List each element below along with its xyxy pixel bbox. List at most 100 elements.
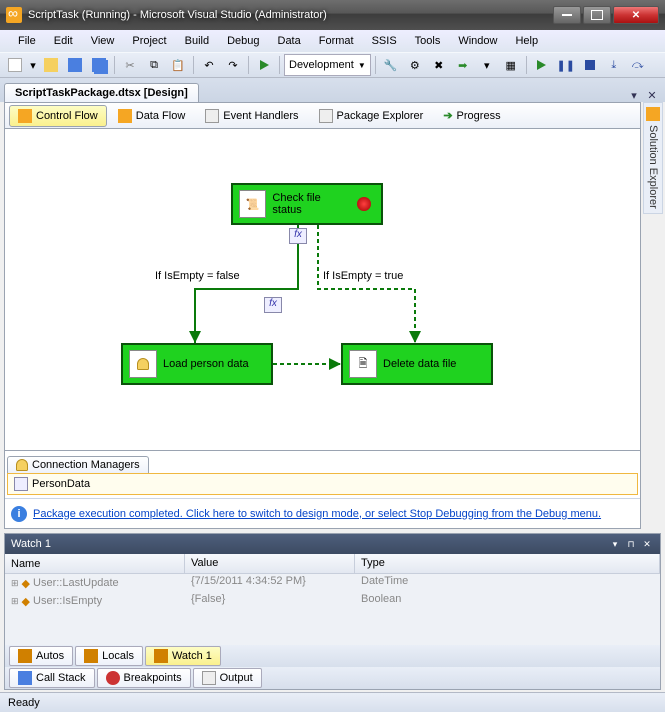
watch-row[interactable]: ⊞◆User::IsEmpty {False} Boolean xyxy=(5,592,660,610)
watch-row-empty[interactable] xyxy=(5,610,660,628)
solution-explorer-label: Solution Explorer xyxy=(647,125,659,209)
ssis-btn4[interactable]: ➡ xyxy=(452,54,474,76)
window-title: ScriptTask (Running) - Microsoft Visual … xyxy=(28,9,553,21)
progress-icon: ➔ xyxy=(443,109,452,122)
continue-button[interactable] xyxy=(531,54,553,76)
doc-tab-design[interactable]: ScriptTaskPackage.dtsx [Design] xyxy=(4,83,199,102)
designer-subtabs: Control Flow Data Flow Event Handlers Pa… xyxy=(5,103,640,129)
tab-autos[interactable]: Autos xyxy=(9,646,73,666)
execution-completed-link[interactable]: Package execution completed. Click here … xyxy=(33,508,601,520)
tab-breakpoints-label: Breakpoints xyxy=(124,672,182,684)
start-debug-button[interactable] xyxy=(253,54,275,76)
ssis-btn6[interactable]: ▦ xyxy=(500,54,522,76)
ssis-btn1[interactable]: 🔧 xyxy=(380,54,402,76)
solution-config-dropdown[interactable]: Development▼ xyxy=(284,54,371,76)
menu-build[interactable]: Build xyxy=(177,33,217,49)
menu-file[interactable]: File xyxy=(10,33,44,49)
tab-callstack[interactable]: Call Stack xyxy=(9,668,95,688)
watch-columns: Name Value Type xyxy=(5,554,660,574)
status-text: Ready xyxy=(8,697,40,709)
var-name: User::LastUpdate xyxy=(33,577,119,589)
tab-event-handlers[interactable]: Event Handlers xyxy=(196,105,307,127)
maximize-button[interactable] xyxy=(583,6,611,24)
watch-pin-icon[interactable]: ⊓ xyxy=(624,537,638,551)
copy-button[interactable]: ⧉ xyxy=(143,54,165,76)
task-load-person-data[interactable]: Load person data xyxy=(121,343,273,385)
info-icon: i xyxy=(11,506,27,522)
callstack-icon xyxy=(18,671,32,685)
tab-locals[interactable]: Locals xyxy=(75,646,143,666)
tab-watch1[interactable]: Watch 1 xyxy=(145,646,221,666)
constraint-label-true: If IsEmpty = true xyxy=(323,270,403,282)
menu-ssis[interactable]: SSIS xyxy=(364,33,405,49)
menu-debug[interactable]: Debug xyxy=(219,33,267,49)
ssis-btn5[interactable]: ▾ xyxy=(476,54,498,76)
task-delete-label: Delete data file xyxy=(383,358,456,370)
task-check-file-status[interactable]: 📜 Check file status xyxy=(231,183,383,225)
watch-menu-icon[interactable]: ▾ xyxy=(608,537,622,551)
connection-item-persondata[interactable]: PersonData xyxy=(7,473,638,495)
menu-view[interactable]: View xyxy=(83,33,123,49)
menu-format[interactable]: Format xyxy=(311,33,362,49)
menu-data[interactable]: Data xyxy=(270,33,309,49)
new-project-button[interactable] xyxy=(4,54,26,76)
variable-icon: ◆ xyxy=(22,595,30,608)
paste-button[interactable]: 📋 xyxy=(167,54,189,76)
doc-tab-menu-icon[interactable]: ▾ xyxy=(627,88,641,102)
vs-icon xyxy=(6,7,22,23)
dropdown-new-icon[interactable]: ▾ xyxy=(28,54,38,76)
col-name[interactable]: Name xyxy=(5,554,185,573)
var-type: Boolean xyxy=(355,592,660,610)
tab-output-label: Output xyxy=(220,672,253,684)
breakpoint-indicator-icon xyxy=(357,197,371,211)
tab-output[interactable]: Output xyxy=(193,668,262,688)
doc-tab-close-icon[interactable]: ✕ xyxy=(645,88,659,102)
step-into-button[interactable]: ⤓ xyxy=(603,54,625,76)
design-canvas[interactable]: 📜 Check file status fx If IsEmpty = fals… xyxy=(5,129,640,450)
solution-explorer-icon xyxy=(646,107,660,121)
watch-header[interactable]: Watch 1 ▾ ⊓ ✕ xyxy=(5,534,660,554)
close-button[interactable] xyxy=(613,6,659,24)
watch-close-icon[interactable]: ✕ xyxy=(640,537,654,551)
tab-control-flow[interactable]: Control Flow xyxy=(9,105,107,127)
ssis-btn3[interactable]: ✖ xyxy=(428,54,450,76)
titlebar: ScriptTask (Running) - Microsoft Visual … xyxy=(0,0,665,30)
col-type[interactable]: Type xyxy=(355,554,660,573)
expand-icon[interactable]: ⊞ xyxy=(11,578,19,589)
menu-help[interactable]: Help xyxy=(507,33,546,49)
connection-managers-tab[interactable]: Connection Managers xyxy=(7,456,149,473)
save-all-button[interactable] xyxy=(88,54,110,76)
var-value: {False} xyxy=(185,592,355,610)
watch-row[interactable]: ⊞◆User::LastUpdate {7/15/2011 4:34:52 PM… xyxy=(5,574,660,592)
minimize-button[interactable] xyxy=(553,6,581,24)
expand-icon[interactable]: ⊞ xyxy=(11,596,19,607)
task-delete-data-file[interactable]: 🗎 Delete data file xyxy=(341,343,493,385)
tab-package-explorer[interactable]: Package Explorer xyxy=(310,105,433,127)
menu-project[interactable]: Project xyxy=(124,33,174,49)
ssis-btn2[interactable]: ⚙ xyxy=(404,54,426,76)
connector-overlay xyxy=(5,129,640,450)
expression-indicator-1[interactable]: fx xyxy=(289,228,307,244)
tab-progress[interactable]: ➔Progress xyxy=(434,105,509,126)
menubar: File Edit View Project Build Debug Data … xyxy=(0,30,665,52)
tab-breakpoints[interactable]: Breakpoints xyxy=(97,668,191,688)
conn-mgr-label: Connection Managers xyxy=(32,459,140,471)
expression-indicator-2[interactable]: fx xyxy=(264,297,282,313)
stop-button[interactable] xyxy=(579,54,601,76)
designer-pane: Control Flow Data Flow Event Handlers Pa… xyxy=(4,102,641,529)
save-button[interactable] xyxy=(64,54,86,76)
pause-button[interactable]: ❚❚ xyxy=(555,54,577,76)
var-type: DateTime xyxy=(355,574,660,592)
tab-data-flow[interactable]: Data Flow xyxy=(109,105,195,127)
step-over-button[interactable]: ⤼ xyxy=(627,54,649,76)
redo-button[interactable]: ↷ xyxy=(222,54,244,76)
menu-tools[interactable]: Tools xyxy=(407,33,449,49)
undo-button[interactable]: ↶ xyxy=(198,54,220,76)
cut-button[interactable]: ✂ xyxy=(119,54,141,76)
solution-explorer-tab[interactable]: Solution Explorer xyxy=(643,102,663,214)
col-value[interactable]: Value xyxy=(185,554,355,573)
open-button[interactable] xyxy=(40,54,62,76)
menu-window[interactable]: Window xyxy=(450,33,505,49)
execution-info-bar: i Package execution completed. Click her… xyxy=(5,498,640,528)
menu-edit[interactable]: Edit xyxy=(46,33,81,49)
